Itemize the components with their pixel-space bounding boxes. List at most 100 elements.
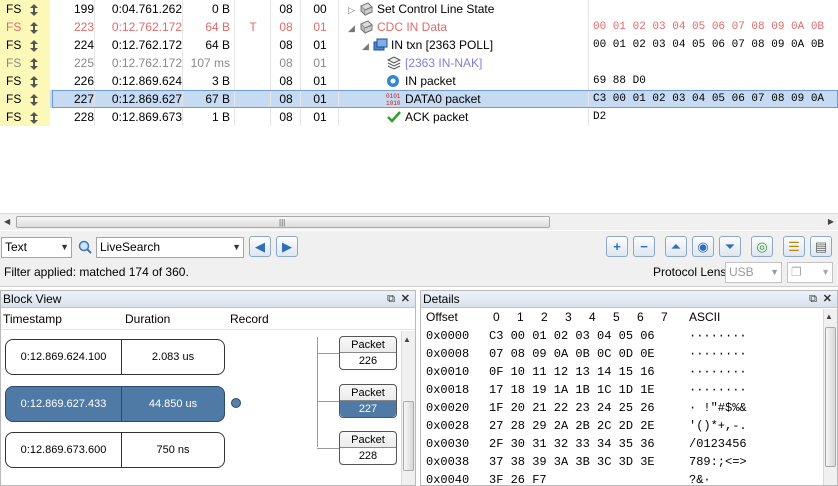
collapse-arrow-icon[interactable]: ◢ [362,37,372,54]
block-timestamp: 0:12.869.673.600 [6,433,122,467]
column-divider [270,108,271,126]
scroll-up-icon[interactable]: ▲ [825,312,833,321]
collapse-all-button[interactable]: − [633,236,655,257]
timestamp-cell: 0:12.762.172 [111,20,182,34]
column-divider [182,108,183,126]
trace-row[interactable]: FS 225 0:12.762.172 107 ms 08 01 [2363 IN-NAK] [0,54,838,72]
search-prev-button[interactable]: ◀ [249,236,271,257]
device-cell: 08 [279,2,293,16]
hex-bytes[interactable]: 3F 26 F7 [489,471,547,485]
hex-ascii[interactable]: /0123456 [689,435,747,453]
column-divider [94,0,95,18]
column-header-record[interactable]: Record [230,308,269,330]
trace-row[interactable]: FS 199 0:04.761.262 0 B 08 00 ▷ Set Control Lin… [0,0,838,18]
hex-bytes[interactable]: 27 28 29 2A 2B 2C 2D 2E [489,417,655,435]
column-header-duration[interactable]: Duration [125,308,170,330]
column-divider [300,0,301,18]
close-icon[interactable]: ✕ [401,291,410,308]
hex-offset: 0x0000 [426,329,470,343]
data-cell: 00 01 02 03 04 05 06 07 08 09 0A 0B [593,21,825,33]
go-top-button[interactable]: ⏶ [665,236,687,257]
hex-ascii[interactable]: '()*+,-. [689,417,747,435]
column-header-timestamp[interactable]: Timestamp [3,308,62,330]
hex-ascii[interactable]: ?&· [689,471,711,485]
list-view-button[interactable]: ☰ [783,236,805,257]
hex-bytes[interactable]: 07 08 09 0A 0B 0C 0D 0E [489,345,655,363]
scrollbar-thumb[interactable] [403,401,414,471]
trace-row[interactable]: FS 227 0:12.869.627 67 B 08 01 0101 1010 DATA0 p… [0,90,838,108]
timing-block[interactable]: 0:12.869.627.433 44.850 us [5,386,225,422]
index-cell: 224 [73,38,94,52]
tree-connector [317,401,339,402]
drag-handle-icon[interactable] [30,111,38,124]
column-divider [588,18,589,36]
scroll-up-icon[interactable]: ▲ [403,335,411,344]
scrollbar-thumb[interactable] [825,327,836,467]
drag-handle-icon[interactable] [30,57,38,70]
search-input[interactable]: LiveSearch ▼ [96,237,244,258]
hex-bytes[interactable]: C3 00 01 02 03 04 05 06 [489,327,655,345]
data-cell: 00 01 02 03 04 05 06 07 08 09 0A 0B [593,39,825,51]
column-divider [94,72,95,90]
trace-row[interactable]: FS 228 0:12.869.673 1 B 08 01 ACK packet D2 [0,108,838,126]
packet-node[interactable]: Packet 227 [339,384,397,418]
go-bottom-button[interactable]: ⏷ [719,236,741,257]
hex-bytes[interactable]: 17 18 19 1A 1B 1C 1D 1E [489,381,655,399]
drag-handle-icon[interactable] [30,39,38,52]
scroll-left-icon[interactable]: ◀ [4,217,10,226]
expand-all-button[interactable]: + [606,236,628,257]
column-header-byte: 2 [541,310,548,324]
lens-options-select[interactable]: ❐ ▼ [787,262,833,283]
drag-handle-icon[interactable] [30,3,38,16]
tree-connector [317,353,339,354]
go-current-button[interactable]: ◉ [692,236,714,257]
timestamp-cell: 0:12.869.624 [111,74,182,88]
trace-row[interactable]: FS 224 0:12.762.172 64 B 08 01 ◢ IN txn [2363 P… [0,36,838,54]
restore-icon[interactable]: ⧉ [387,291,395,308]
scrollbar-thumb[interactable]: ||| [16,216,550,228]
view-mode-select[interactable]: Text ▼ [1,237,72,258]
collapse-arrow-icon[interactable]: ◢ [348,19,358,36]
hex-ascii[interactable]: ········ [689,327,747,345]
column-header-byte: 7 [661,310,668,324]
horizontal-scrollbar[interactable]: ◀ ||| ▶ [0,213,838,230]
details-vertical-scrollbar[interactable]: ▲ [823,309,837,485]
speed-label: FS [6,74,22,88]
column-divider [270,18,271,36]
vertical-scrollbar[interactable]: ▲ [401,331,415,485]
hex-bytes[interactable]: 0F 10 11 12 13 14 15 16 [489,363,655,381]
packet-node[interactable]: Packet 226 [339,336,397,370]
search-next-button[interactable]: ▶ [276,236,298,257]
speed-label: FS [6,2,22,16]
hex-ascii[interactable]: ········ [689,345,747,363]
expand-arrow-icon[interactable]: ▷ [348,1,358,18]
drag-handle-icon[interactable] [30,21,38,34]
transaction-icon [372,38,388,52]
hex-bytes[interactable]: 2F 30 31 32 33 34 35 36 [489,435,655,453]
hex-bytes[interactable]: 1F 20 21 22 23 24 25 26 [489,399,655,417]
drag-handle-icon[interactable] [30,93,38,106]
timing-block[interactable]: 0:12.869.673.600 750 ns [5,432,225,468]
hex-bytes[interactable]: 37 38 39 3A 3B 3C 3D 3E [489,453,655,471]
column-divider [588,108,589,126]
gear-icon [358,20,374,35]
protocol-lens-select[interactable]: USB ▼ [725,262,782,283]
trace-row[interactable]: FS 223 0:12.762.172 64 B T 08 01 ◢ CDC IN Data 00… [0,18,838,36]
length-cell: 64 B [205,20,230,34]
export-button[interactable]: ▤ [810,236,832,257]
chevron-down-icon: ▼ [60,242,69,252]
sync-button[interactable]: ◎ [751,236,773,257]
packet-node[interactable]: Packet 228 [339,431,397,465]
close-icon[interactable]: ✕ [823,291,832,308]
error-cell: T [249,20,257,34]
hex-ascii[interactable]: 789:;<=> [689,453,747,471]
hex-ascii[interactable]: ········ [689,363,747,381]
timing-block[interactable]: 0:12.869.624.100 2.083 us [5,339,225,375]
hex-ascii[interactable]: · !"#$%& [689,399,747,417]
restore-icon[interactable]: ⧉ [809,291,817,308]
hex-ascii[interactable]: ········ [689,381,747,399]
trace-row[interactable]: FS 226 0:12.869.624 3 B 08 01 IN packet 69 88 D… [0,72,838,90]
drag-handle-icon[interactable] [30,75,38,88]
scroll-right-icon[interactable]: ▶ [828,217,834,226]
protocol-lens-value: USB [729,265,754,279]
